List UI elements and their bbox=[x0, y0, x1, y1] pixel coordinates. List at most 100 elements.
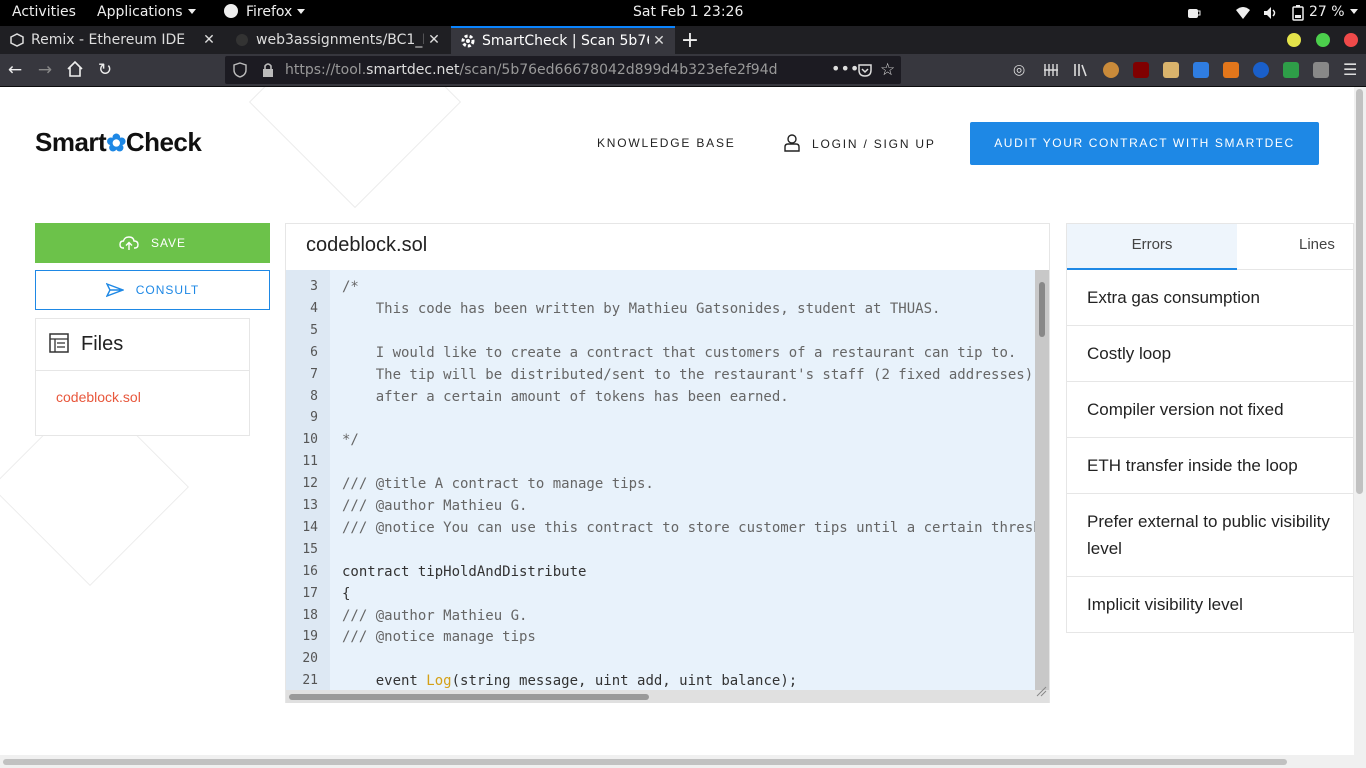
scroll-thumb[interactable] bbox=[1039, 282, 1045, 337]
pocket-icon[interactable] bbox=[857, 62, 873, 82]
back-button[interactable]: ← bbox=[5, 60, 25, 80]
new-tab-button[interactable]: + bbox=[680, 26, 700, 54]
line-text: event Log(string message, uint add, uint… bbox=[342, 670, 797, 690]
applications-menu[interactable]: Applications bbox=[97, 4, 196, 20]
page-horizontal-scrollbar[interactable] bbox=[0, 755, 1366, 768]
monkey-extension-icon[interactable] bbox=[1103, 62, 1119, 78]
firefox-app-menu[interactable]: Firefox bbox=[224, 4, 306, 20]
window-close-button[interactable] bbox=[1344, 33, 1358, 47]
extension-sneaker-icon[interactable] bbox=[1163, 62, 1179, 78]
browser-tab-strip: Remix - Ethereum IDE ✕ web3assignments/B… bbox=[0, 26, 1366, 54]
close-icon[interactable]: ✕ bbox=[199, 32, 219, 48]
coffee-icon[interactable] bbox=[1186, 5, 1202, 21]
library-shelf-icon[interactable] bbox=[1043, 62, 1059, 78]
code-line: 8 after a certain amount of tokens has b… bbox=[286, 386, 1036, 408]
battery-percent[interactable]: 27 % bbox=[1309, 4, 1358, 20]
smartcheck-logo[interactable]: Smart✿Check bbox=[35, 127, 202, 158]
code-line: 17 { bbox=[286, 583, 1036, 605]
audit-contract-button[interactable]: AUDIT YOUR CONTRACT WITH SMARTDEC bbox=[970, 122, 1319, 165]
line-number: 15 bbox=[302, 541, 318, 557]
code-line: 13 /// @author Mathieu G. bbox=[286, 495, 1036, 517]
privacy-badger-icon[interactable] bbox=[1283, 62, 1299, 78]
ublock-icon[interactable] bbox=[1133, 62, 1149, 78]
tab-smartcheck[interactable]: SmartCheck | Scan 5b76e ✕ bbox=[451, 26, 675, 54]
line-number: 21 bbox=[302, 673, 318, 689]
clock[interactable]: Sat Feb 1 23:26 bbox=[633, 4, 743, 20]
line-text: */ bbox=[342, 432, 359, 449]
error-item[interactable]: Implicit visibility level bbox=[1067, 577, 1353, 633]
metamask-icon[interactable] bbox=[1223, 62, 1239, 78]
home-button[interactable] bbox=[65, 60, 85, 80]
shield-icon[interactable] bbox=[233, 62, 247, 82]
page-vertical-scrollbar[interactable] bbox=[1354, 87, 1366, 755]
system-top-bar: Activities Applications Firefox Sat Feb … bbox=[0, 0, 1366, 26]
page-actions-icon[interactable]: ••• bbox=[831, 59, 859, 78]
line-number: 10 bbox=[302, 432, 318, 448]
files-title: Files bbox=[81, 333, 124, 355]
save-button[interactable]: SAVE bbox=[35, 223, 270, 263]
url-path: /scan/5b76ed66678042d899d4b323efe2f94d bbox=[459, 62, 778, 78]
error-item[interactable]: Costly loop bbox=[1067, 326, 1353, 382]
scroll-thumb[interactable] bbox=[1356, 89, 1363, 494]
code-line: 14 /// @notice You can use this contract … bbox=[286, 517, 1049, 539]
code-line: 18 /// @author Mathieu G. bbox=[286, 605, 1036, 627]
tab-errors[interactable]: Errors bbox=[1067, 224, 1237, 270]
background-decoration bbox=[248, 87, 462, 209]
consult-button[interactable]: CONSULT bbox=[35, 270, 270, 310]
lock-icon[interactable] bbox=[261, 62, 275, 82]
resize-handle-icon[interactable] bbox=[1036, 682, 1047, 701]
error-item[interactable]: Prefer external to public visibility lev… bbox=[1067, 494, 1353, 577]
container-icon[interactable] bbox=[1313, 62, 1329, 78]
chevron-down-icon bbox=[1349, 9, 1358, 14]
line-text: /// @notice manage tips bbox=[342, 629, 536, 646]
extension-s-icon[interactable] bbox=[1253, 62, 1269, 78]
scroll-thumb[interactable] bbox=[3, 759, 1287, 765]
close-icon[interactable]: ✕ bbox=[649, 33, 669, 49]
url-text[interactable]: https://tool.smartdec.net/scan/5b76ed666… bbox=[285, 62, 778, 78]
code-line: 4 This code has been written by Mathieu … bbox=[286, 298, 1036, 320]
url-bar[interactable]: https://tool.smartdec.net/scan/5b76ed666… bbox=[225, 56, 901, 84]
save-label: SAVE bbox=[150, 236, 187, 250]
file-item[interactable]: codeblock.sol bbox=[56, 389, 141, 405]
code-line: 21 event Log(string message, uint add, u… bbox=[286, 670, 1036, 690]
wifi-icon[interactable] bbox=[1235, 5, 1251, 21]
bookmark-star-icon[interactable]: ☆ bbox=[880, 60, 895, 80]
hamburger-menu-icon[interactable]: ☰ bbox=[1343, 62, 1359, 78]
knowledge-base-link[interactable]: KNOWLEDGE BASE bbox=[597, 136, 736, 150]
line-text: I would like to create a contract that c… bbox=[342, 344, 1017, 361]
extension-snowflake-icon[interactable] bbox=[1193, 62, 1209, 78]
firefox-label: Firefox bbox=[246, 4, 293, 20]
forward-button[interactable]: → bbox=[35, 60, 55, 80]
login-link[interactable]: LOGIN / SIGN UP bbox=[784, 134, 936, 152]
tab-github[interactable]: web3assignments/BC1_M ✕ bbox=[225, 26, 450, 54]
activities-button[interactable]: Activities bbox=[12, 4, 76, 20]
code-vertical-scrollbar[interactable] bbox=[1035, 270, 1049, 690]
applications-label: Applications bbox=[97, 4, 183, 20]
scroll-thumb[interactable] bbox=[289, 694, 649, 700]
line-number: 13 bbox=[302, 498, 318, 513]
error-item[interactable]: Compiler version not fixed bbox=[1067, 382, 1353, 438]
code-line: 3 /* bbox=[286, 276, 1036, 298]
code-line: 19 /// @notice manage tips bbox=[286, 626, 1036, 648]
volume-icon[interactable] bbox=[1262, 5, 1278, 21]
close-icon[interactable]: ✕ bbox=[424, 32, 444, 48]
battery-icon[interactable] bbox=[1290, 5, 1306, 21]
tab-title: Remix - Ethereum IDE bbox=[31, 32, 186, 48]
code-area[interactable]: 3 /* 4 This code has been written by Mathi… bbox=[286, 270, 1049, 690]
event-name: Log bbox=[426, 673, 452, 690]
line-number: 6 bbox=[310, 344, 318, 360]
reload-button[interactable]: ↻ bbox=[95, 60, 115, 80]
line-text: /// @notice You can use this contract to… bbox=[342, 519, 1049, 536]
github-icon bbox=[235, 33, 249, 47]
tab-remix[interactable]: Remix - Ethereum IDE ✕ bbox=[0, 26, 225, 54]
mask-icon[interactable]: ◎ bbox=[1013, 62, 1029, 78]
tab-title: web3assignments/BC1_M bbox=[256, 32, 424, 48]
code-horizontal-scrollbar[interactable] bbox=[286, 690, 1049, 703]
tab-lines[interactable]: Lines bbox=[1299, 224, 1354, 270]
minimize-button[interactable] bbox=[1287, 33, 1301, 47]
maximize-button[interactable] bbox=[1316, 33, 1330, 47]
error-item[interactable]: Extra gas consumption bbox=[1067, 270, 1353, 326]
library-icon[interactable] bbox=[1073, 62, 1089, 78]
error-item[interactable]: ETH transfer inside the loop bbox=[1067, 438, 1353, 494]
line-number: 5 bbox=[310, 322, 318, 338]
